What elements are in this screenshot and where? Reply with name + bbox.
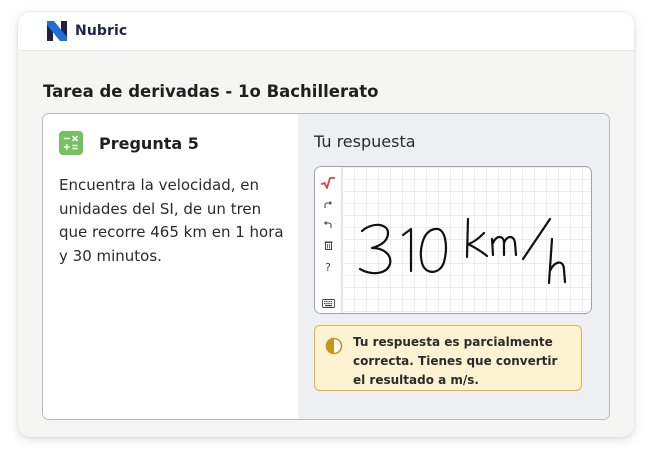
- brand-name: Nubric: [75, 23, 128, 39]
- feedback-text: Tu respuesta es parcialmente correcta. T…: [353, 335, 558, 387]
- help-glyph: ?: [325, 260, 331, 274]
- question-card: Pregunta 5 Encuentra la velocidad, en un…: [42, 113, 610, 420]
- question-pane: Pregunta 5 Encuentra la velocidad, en un…: [43, 114, 298, 419]
- handwritten-answer: [358, 217, 567, 285]
- brand-logo[interactable]: Nubric: [45, 19, 127, 43]
- answer-title: Tu respuesta: [314, 132, 416, 151]
- page-title: Tarea de derivadas - 1o Bachillerato: [43, 82, 379, 101]
- answer-pane: Tu respuesta ? Tu respuesta es parcialme…: [298, 114, 609, 419]
- question-text: Encuentra la velocidad, en unidades del …: [59, 176, 284, 265]
- trash-icon[interactable]: [315, 237, 341, 253]
- sqrt-tool-icon[interactable]: [315, 175, 341, 191]
- question-header: Pregunta 5: [59, 131, 199, 155]
- half-circle-icon: [325, 337, 343, 355]
- redo-icon[interactable]: [315, 197, 341, 213]
- keyboard-icon[interactable]: [315, 295, 341, 311]
- calculator-icon: [59, 131, 83, 155]
- undo-icon[interactable]: [315, 217, 341, 233]
- app-window: Nubric Tarea de derivadas - 1o Bachiller…: [18, 12, 634, 437]
- drawing-canvas[interactable]: [342, 167, 591, 313]
- drawing-toolbar: ?: [315, 167, 342, 313]
- help-icon[interactable]: ?: [315, 259, 341, 275]
- top-bar: Nubric: [18, 12, 634, 51]
- handwriting-input[interactable]: ?: [314, 166, 592, 314]
- feedback-message: Tu respuesta es parcialmente correcta. T…: [314, 325, 582, 391]
- nubric-logo-icon: [45, 19, 69, 43]
- question-label: Pregunta 5: [99, 133, 199, 153]
